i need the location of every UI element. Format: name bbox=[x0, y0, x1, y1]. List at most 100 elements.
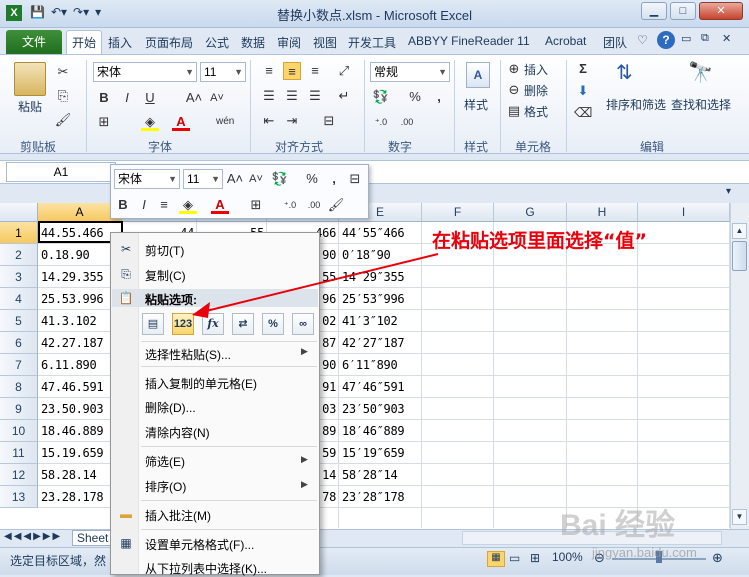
mini-font-color-icon[interactable]: A bbox=[211, 196, 229, 214]
name-box[interactable]: A1 bbox=[6, 162, 116, 182]
page-break-view-icon[interactable]: ⊞ bbox=[530, 551, 540, 565]
fill-icon[interactable]: ⬇ bbox=[574, 82, 592, 100]
row-header[interactable]: 3 bbox=[0, 266, 38, 288]
italic-icon[interactable]: I bbox=[118, 89, 136, 107]
align-top-icon[interactable]: ≡ bbox=[260, 62, 278, 80]
cell-e[interactable]: 58′28″14 bbox=[339, 464, 422, 486]
clear-icon[interactable]: ⌫ bbox=[574, 104, 592, 122]
menu-item-sort[interactable]: 排序(O) bbox=[145, 478, 186, 495]
menu-item-filter[interactable]: 筛选(E) bbox=[145, 453, 185, 470]
cell-e[interactable]: 23′28″178 bbox=[339, 486, 422, 508]
row-header[interactable]: 1 bbox=[0, 222, 38, 244]
wb-minimize-icon[interactable]: ▭ bbox=[681, 32, 691, 45]
mini-currency-icon[interactable]: 💱 bbox=[271, 170, 289, 188]
mini-shrink-font-icon[interactable]: A˅ bbox=[247, 170, 265, 188]
ribbon-collapse-icon[interactable]: ♡ bbox=[637, 33, 648, 47]
mini-comma-icon[interactable]: , bbox=[325, 170, 343, 188]
increase-indent-icon[interactable]: ⇥ bbox=[283, 112, 301, 130]
styles-button[interactable]: 样式 bbox=[464, 96, 488, 113]
tab-acrobat[interactable]: Acrobat bbox=[545, 34, 586, 48]
row-header[interactable]: 6 bbox=[0, 332, 38, 354]
percent-icon[interactable]: % bbox=[406, 88, 424, 106]
zoom-in-icon[interactable]: ⊕ bbox=[712, 550, 723, 566]
mini-merge-icon[interactable]: ⊟ bbox=[346, 170, 364, 188]
phonetic-icon[interactable]: wén bbox=[216, 113, 234, 131]
delete-cells-icon[interactable]: ⊖ bbox=[505, 81, 523, 99]
paste-default-icon[interactable]: ▤ bbox=[142, 313, 164, 335]
sheet-tab[interactable]: Sheet bbox=[72, 530, 114, 546]
align-right-icon[interactable]: ☰ bbox=[306, 87, 324, 105]
help-icon[interactable]: ? bbox=[657, 31, 675, 49]
tab-view[interactable]: 视图 bbox=[313, 34, 337, 51]
row-header[interactable]: 4 bbox=[0, 288, 38, 310]
menu-item-insert-comment[interactable]: 插入批注(M) bbox=[145, 507, 211, 524]
column-header[interactable]: H bbox=[567, 203, 638, 222]
menu-item-delete[interactable]: 删除(D)... bbox=[145, 399, 196, 416]
tab-abbyy[interactable]: ABBYY FineReader 11 bbox=[408, 34, 530, 48]
sort-filter-button[interactable]: 排序和筛选 bbox=[606, 96, 666, 113]
cell-e[interactable]: 6′11″890 bbox=[339, 354, 422, 376]
align-middle-icon[interactable]: ≡ bbox=[283, 62, 301, 80]
menu-item-insert-copied[interactable]: 插入复制的单元格(E) bbox=[145, 375, 257, 392]
paste-icon[interactable] bbox=[14, 62, 46, 96]
bold-icon[interactable]: B bbox=[95, 89, 113, 107]
comma-style-icon[interactable]: , bbox=[430, 88, 448, 106]
row-header[interactable]: 13 bbox=[0, 486, 38, 508]
border-icon[interactable]: ⊞ bbox=[95, 113, 113, 131]
cut-icon[interactable]: ✂ bbox=[54, 63, 72, 81]
wrap-text-icon[interactable]: ↵ bbox=[335, 87, 353, 105]
merge-center-icon[interactable]: ⊟ bbox=[320, 112, 338, 130]
styles-icon[interactable]: A bbox=[466, 62, 490, 88]
font-color-icon[interactable]: A bbox=[172, 113, 190, 131]
maximize-button[interactable]: □ bbox=[670, 2, 696, 20]
row-header[interactable]: 9 bbox=[0, 398, 38, 420]
mini-bold-icon[interactable]: B bbox=[114, 196, 132, 214]
autosum-icon[interactable]: Σ bbox=[574, 60, 592, 78]
row-header[interactable]: 11 bbox=[0, 442, 38, 464]
format-cells-button[interactable]: 格式 bbox=[524, 103, 548, 120]
close-button[interactable]: ✕ bbox=[699, 2, 743, 20]
row-header[interactable]: 5 bbox=[0, 310, 38, 332]
currency-icon[interactable]: 💱 bbox=[372, 88, 390, 106]
format-painter-icon[interactable]: 🖌 bbox=[54, 111, 72, 129]
tab-formulas[interactable]: 公式 bbox=[205, 34, 229, 51]
tab-home[interactable]: 开始 bbox=[66, 30, 103, 55]
align-center-icon[interactable]: ☰ bbox=[283, 87, 301, 105]
mini-decrease-decimal-icon[interactable]: .00 bbox=[305, 196, 323, 214]
tab-page-layout[interactable]: 页面布局 bbox=[145, 34, 193, 51]
scroll-up-icon[interactable]: ▲ bbox=[732, 223, 747, 239]
column-header[interactable]: I bbox=[638, 203, 730, 222]
menu-item-clear[interactable]: 清除内容(N) bbox=[145, 424, 210, 441]
mini-border-icon[interactable]: ⊞ bbox=[247, 196, 265, 214]
tab-insert[interactable]: 插入 bbox=[108, 34, 132, 51]
insert-cells-icon[interactable]: ⊕ bbox=[505, 60, 523, 78]
row-header[interactable]: 7 bbox=[0, 354, 38, 376]
mini-font-size-combo[interactable]: 11 ▼ bbox=[183, 169, 223, 189]
mini-fill-color-icon[interactable]: ◈ bbox=[179, 196, 197, 214]
cell-e[interactable]: 18′46″889 bbox=[339, 420, 422, 442]
sort-filter-icon[interactable]: ⇅ bbox=[616, 60, 633, 85]
column-header[interactable]: G bbox=[494, 203, 567, 222]
align-bottom-icon[interactable]: ≡ bbox=[306, 62, 324, 80]
cell-e[interactable]: 47′46″591 bbox=[339, 376, 422, 398]
format-cells-icon[interactable]: ▤ bbox=[505, 102, 523, 120]
row-header[interactable]: 12 bbox=[0, 464, 38, 486]
menu-item-cut[interactable]: 剪切(T) bbox=[145, 242, 184, 259]
tab-file[interactable]: 文件 bbox=[6, 30, 62, 54]
find-select-icon[interactable]: 🔭 bbox=[688, 60, 713, 85]
mini-increase-decimal-icon[interactable]: ⁺.0 bbox=[281, 196, 299, 214]
row-header[interactable]: 8 bbox=[0, 376, 38, 398]
mini-italic-icon[interactable]: I bbox=[135, 196, 153, 214]
font-name-combo[interactable]: 宋体 ▼ bbox=[93, 62, 197, 82]
mini-format-painter-icon[interactable]: 🖌 bbox=[327, 196, 345, 214]
mini-align-center-icon[interactable]: ≡ bbox=[155, 196, 173, 214]
row-header[interactable]: 10 bbox=[0, 420, 38, 442]
cell-e[interactable]: 15′19″659 bbox=[339, 442, 422, 464]
tab-data[interactable]: 数据 bbox=[241, 34, 265, 51]
menu-item-pick-list[interactable]: 从下拉列表中选择(K)... bbox=[145, 560, 267, 577]
row-header[interactable]: 2 bbox=[0, 244, 38, 266]
page-layout-view-icon[interactable]: ▭ bbox=[509, 551, 520, 565]
wb-close-icon[interactable]: ✕ bbox=[722, 32, 731, 45]
column-header[interactable]: F bbox=[422, 203, 494, 222]
normal-view-icon[interactable]: ▦ bbox=[487, 551, 505, 567]
